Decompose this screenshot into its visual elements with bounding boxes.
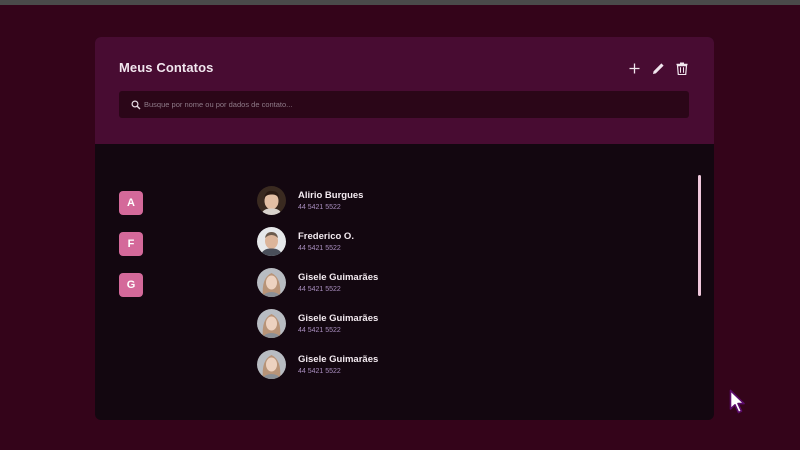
contact-name: Gisele Guimarães: [298, 312, 379, 324]
contact-phone: 44 5421 5522: [298, 326, 341, 334]
alphabet-index: A F G: [119, 191, 143, 297]
contact-list: Alirio Burgues 44 5421 5522 Frederico O.…: [257, 186, 378, 379]
page-title: Meus Contatos: [119, 60, 214, 75]
contact-item[interactable]: Gisele Guimarães 44 5421 5522: [257, 268, 378, 297]
contact-name: Frederico O.: [298, 230, 354, 242]
avatar: [257, 268, 286, 297]
search-icon: [131, 99, 141, 110]
pencil-icon: [652, 62, 664, 74]
contacts-header: Meus Contatos: [95, 37, 714, 144]
contact-list-scrollbar[interactable]: [698, 175, 701, 296]
search-input[interactable]: [144, 100, 674, 109]
letter-filter-a[interactable]: A: [119, 191, 143, 215]
plus-icon: [629, 63, 639, 73]
contact-item[interactable]: Gisele Guimarães 44 5421 5522: [257, 309, 378, 338]
contact-name: Gisele Guimarães: [298, 271, 379, 283]
contacts-card: Meus Contatos Busque por nome ou por dad…: [95, 37, 714, 420]
header-actions: [626, 60, 690, 76]
avatar: [257, 227, 286, 256]
letter-filter-f[interactable]: F: [119, 232, 143, 256]
delete-contact-button[interactable]: [674, 60, 690, 76]
trash-icon: [676, 62, 688, 75]
avatar: [257, 186, 286, 215]
contact-item[interactable]: Gisele Guimarães 44 5421 5522: [257, 350, 378, 379]
mouse-cursor-icon: [729, 389, 745, 414]
letter-filter-g[interactable]: G: [119, 273, 143, 297]
edit-contact-button[interactable]: [650, 60, 666, 76]
contact-name: Alirio Burgues: [298, 189, 364, 201]
window-top-bar: [0, 0, 800, 5]
add-contact-button[interactable]: [626, 60, 642, 76]
avatar: [257, 350, 286, 379]
contact-item[interactable]: Alirio Burgues 44 5421 5522: [257, 186, 378, 215]
contact-phone: 44 5421 5522: [298, 367, 341, 375]
avatar: [257, 309, 286, 338]
contact-phone: 44 5421 5522: [298, 285, 341, 293]
search-bar: [119, 91, 689, 118]
contact-phone: 44 5421 5522: [298, 203, 341, 211]
contact-item[interactable]: Frederico O. 44 5421 5522: [257, 227, 378, 256]
contact-name: Gisele Guimarães: [298, 353, 379, 365]
contact-phone: 44 5421 5522: [298, 244, 341, 252]
